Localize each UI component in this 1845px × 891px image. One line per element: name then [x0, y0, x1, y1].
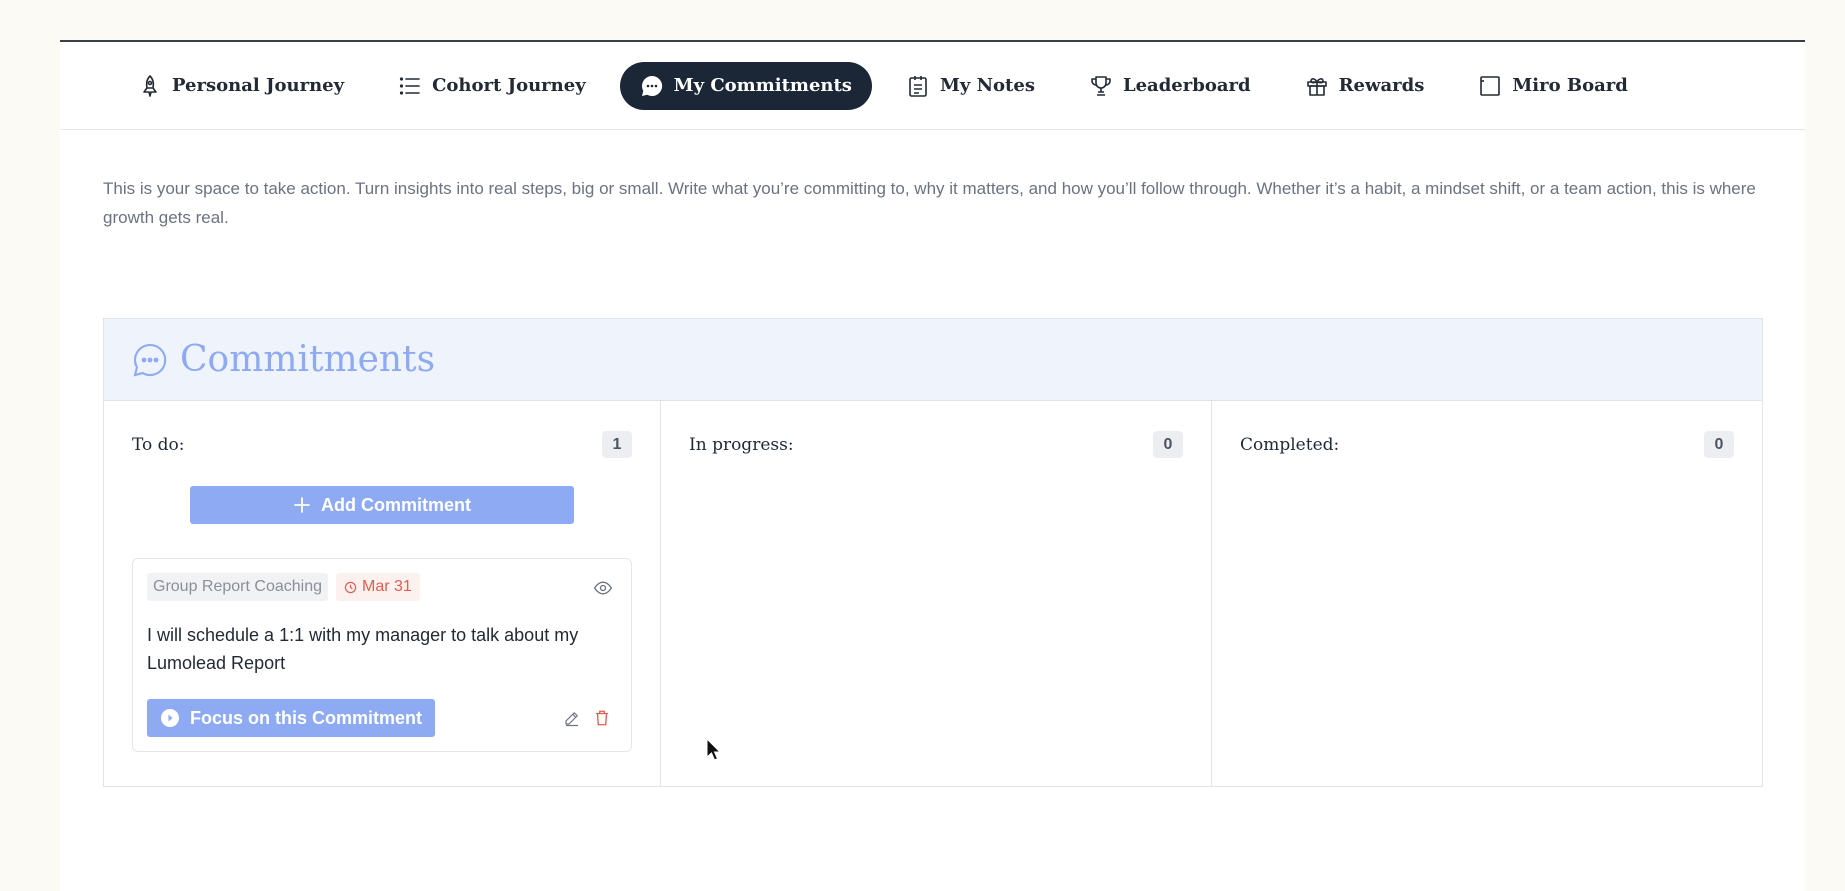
board-columns: To do: 1 Add Commitment Group Report Coa… — [104, 401, 1762, 786]
nav-label: My Commitments — [673, 75, 852, 96]
chat-bubble-icon — [133, 343, 167, 376]
nav-my-notes[interactable]: My Notes — [886, 62, 1055, 110]
nav-miro-board[interactable]: Miro Board — [1458, 62, 1647, 110]
column-in-progress: In progress: 0 — [661, 401, 1212, 786]
nav-label: Cohort Journey — [432, 75, 586, 96]
nav-label: Rewards — [1338, 75, 1425, 96]
add-commitment-button[interactable]: Add Commitment — [190, 486, 574, 524]
plus-icon — [294, 497, 310, 513]
commitment-card[interactable]: Group Report Coaching Mar 31 I will sche… — [132, 558, 632, 752]
nav-label: Miro Board — [1512, 75, 1628, 96]
chat-bubble-icon — [641, 75, 662, 96]
focus-button-label: Focus on this Commitment — [190, 707, 423, 728]
program-tag: Group Report Coaching — [147, 573, 328, 601]
board-header: Commitments — [104, 319, 1762, 401]
main-nav: Personal Journey Cohort Journey My Commi… — [60, 42, 1805, 130]
due-date-badge: Mar 31 — [335, 573, 420, 601]
list-icon — [399, 76, 420, 95]
column-todo: To do: 1 Add Commitment Group Report Coa… — [104, 401, 661, 786]
nav-label: Personal Journey — [172, 75, 345, 96]
column-header: To do: 1 — [132, 431, 632, 458]
column-title: In progress: — [689, 434, 794, 455]
column-header: Completed: 0 — [1240, 431, 1734, 458]
gift-icon — [1306, 77, 1327, 96]
commitment-text: I will schedule a 1:1 with my manager to… — [147, 625, 579, 673]
commitments-board: Commitments To do: 1 Add Commitment Grou… — [103, 318, 1763, 787]
column-count-badge: 0 — [1704, 431, 1734, 458]
board-title: Commitments — [180, 339, 436, 380]
nav-cohort-journey[interactable]: Cohort Journey — [378, 62, 606, 110]
card-actions — [563, 709, 611, 727]
trash-icon[interactable] — [593, 709, 611, 727]
intro-text: This is your space to take action. Turn … — [103, 179, 1756, 227]
column-title: To do: — [132, 434, 185, 455]
nav-rewards[interactable]: Rewards — [1285, 62, 1445, 110]
nav-my-commitments[interactable]: My Commitments — [619, 61, 872, 110]
add-commitment-label: Add Commitment — [321, 494, 471, 515]
edit-icon[interactable] — [563, 709, 581, 727]
focus-commitment-button[interactable]: Focus on this Commitment — [147, 699, 436, 737]
column-completed: Completed: 0 — [1212, 401, 1762, 786]
board-icon — [1480, 75, 1501, 96]
column-count-badge: 1 — [602, 431, 632, 458]
nav-leaderboard[interactable]: Leaderboard — [1069, 62, 1271, 110]
app-page: Personal Journey Cohort Journey My Commi… — [60, 40, 1805, 891]
notes-icon — [909, 75, 927, 97]
mouse-cursor-icon — [706, 738, 722, 761]
card-tags: Group Report Coaching Mar 31 — [147, 573, 617, 601]
nav-label: Leaderboard — [1122, 75, 1251, 96]
due-date: Mar 31 — [361, 578, 412, 595]
trophy-icon — [1091, 75, 1111, 96]
nav-label: My Notes — [939, 75, 1035, 96]
column-title: Completed: — [1240, 434, 1340, 455]
column-header: In progress: 0 — [689, 431, 1183, 458]
eye-icon[interactable] — [593, 578, 613, 598]
nav-personal-journey[interactable]: Personal Journey — [118, 62, 364, 110]
rocket-icon — [143, 74, 157, 97]
column-count-badge: 0 — [1153, 431, 1183, 458]
play-circle-icon — [161, 709, 179, 727]
clock-icon — [344, 581, 357, 593]
